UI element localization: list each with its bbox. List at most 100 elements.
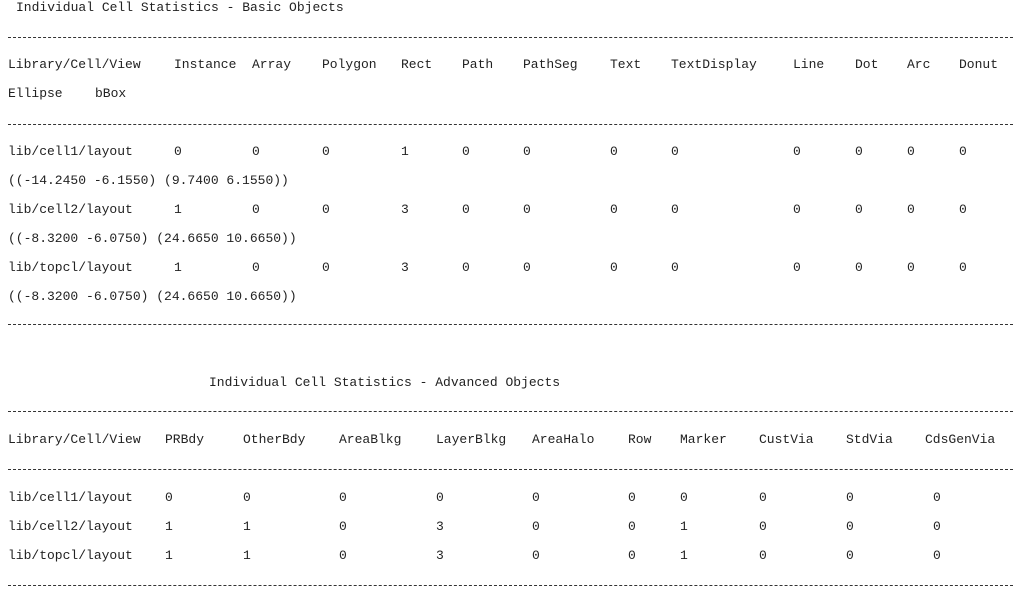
advanced-row-1-marker: 0: [680, 490, 688, 505]
basic-row-2-rect: 3: [401, 202, 409, 217]
basic-header-donut: Donut: [959, 57, 999, 72]
advanced-row-3-cell: lib/topcl/layout: [8, 548, 133, 563]
advanced-row-1-areahalo: 0: [532, 490, 540, 505]
advanced-row-3-cdsgenvia: 0: [933, 548, 941, 563]
basic-row-2-pathseg: 0: [523, 202, 531, 217]
basic-row-2-bbox: ((-8.3200 -6.0750) (24.6650 10.6650)): [8, 231, 297, 246]
basic-row-3-polygon: 0: [322, 260, 330, 275]
basic-section-title: Individual Cell Statistics - Basic Objec…: [16, 0, 344, 15]
advanced-row-2-stdvia: 0: [846, 519, 854, 534]
basic-row-3-dot: 0: [855, 260, 863, 275]
advanced-header-custvia: CustVia: [759, 432, 814, 447]
basic-row-1-array: 0: [252, 144, 260, 159]
advanced-header-areablkg: AreaBlkg: [339, 432, 402, 447]
advanced-row-1-stdvia: 0: [846, 490, 854, 505]
basic-row-2-dot: 0: [855, 202, 863, 217]
advanced-row-1-cell: lib/cell1/layout: [8, 490, 133, 505]
basic-row-3-arc: 0: [907, 260, 915, 275]
basic-row-3-donut: 0: [959, 260, 967, 275]
basic-row-2-donut: 0: [959, 202, 967, 217]
basic-row-2-path: 0: [462, 202, 470, 217]
advanced-row-2-cell: lib/cell2/layout: [8, 519, 133, 534]
basic-row-3-array: 0: [252, 260, 260, 275]
basic-header-polygon: Polygon: [322, 57, 377, 72]
divider: [8, 585, 1013, 586]
advanced-header-library: Library/Cell/View: [8, 432, 141, 447]
basic-header-pathseg: PathSeg: [523, 57, 578, 72]
basic-row-3-pathseg: 0: [523, 260, 531, 275]
advanced-row-3-marker: 1: [680, 548, 688, 563]
advanced-section-title: Individual Cell Statistics - Advanced Ob…: [209, 375, 561, 390]
advanced-row-2-marker: 1: [680, 519, 688, 534]
basic-row-1-dot: 0: [855, 144, 863, 159]
basic-header-bbox: bBox: [95, 86, 127, 101]
basic-row-3-textdisplay: 0: [671, 260, 679, 275]
divider: [8, 469, 1013, 470]
divider: [8, 124, 1013, 125]
advanced-header-cdsgenvia: CdsGenVia: [925, 432, 996, 447]
advanced-row-2-areahalo: 0: [532, 519, 540, 534]
basic-header-path: Path: [462, 57, 494, 72]
basic-row-1-textdisplay: 0: [671, 144, 679, 159]
basic-header-line: Line: [793, 57, 825, 72]
basic-row-3-cell: lib/topcl/layout: [8, 260, 133, 275]
basic-row-1-pathseg: 0: [523, 144, 531, 159]
basic-row-1-arc: 0: [907, 144, 915, 159]
divider: [8, 411, 1013, 412]
basic-row-1-path: 0: [462, 144, 470, 159]
basic-row-3-bbox: ((-8.3200 -6.0750) (24.6650 10.6650)): [8, 289, 297, 304]
basic-header-array: Array: [252, 57, 292, 72]
advanced-row-3-custvia: 0: [759, 548, 767, 563]
advanced-row-3-otherbdy: 1: [243, 548, 251, 563]
basic-row-2-polygon: 0: [322, 202, 330, 217]
basic-row-3-text: 0: [610, 260, 618, 275]
basic-row-2-cell: lib/cell2/layout: [8, 202, 133, 217]
basic-row-1-instance: 0: [174, 144, 182, 159]
divider: [8, 324, 1013, 325]
advanced-row-1-layerblkg: 0: [436, 490, 444, 505]
advanced-header-stdvia: StdVia: [846, 432, 893, 447]
advanced-header-prbdy: PRBdy: [165, 432, 205, 447]
advanced-row-3-stdvia: 0: [846, 548, 854, 563]
advanced-row-1-row: 0: [628, 490, 636, 505]
advanced-row-2-cdsgenvia: 0: [933, 519, 941, 534]
advanced-header-otherbdy: OtherBdy: [243, 432, 306, 447]
basic-row-1-text: 0: [610, 144, 618, 159]
basic-row-2-instance: 1: [174, 202, 182, 217]
basic-row-3-line: 0: [793, 260, 801, 275]
advanced-row-1-prbdy: 0: [165, 490, 173, 505]
advanced-row-3-layerblkg: 3: [436, 548, 444, 563]
basic-row-1-cell: lib/cell1/layout: [8, 144, 133, 159]
basic-header-dot: Dot: [855, 57, 879, 72]
advanced-row-2-areablkg: 0: [339, 519, 347, 534]
basic-row-1-rect: 1: [401, 144, 409, 159]
advanced-row-1-custvia: 0: [759, 490, 767, 505]
advanced-row-1-areablkg: 0: [339, 490, 347, 505]
basic-row-2-arc: 0: [907, 202, 915, 217]
advanced-row-3-areablkg: 0: [339, 548, 347, 563]
advanced-row-3-row: 0: [628, 548, 636, 563]
basic-row-3-path: 0: [462, 260, 470, 275]
advanced-row-2-custvia: 0: [759, 519, 767, 534]
basic-header-instance: Instance: [174, 57, 237, 72]
divider: [8, 37, 1013, 38]
advanced-row-2-row: 0: [628, 519, 636, 534]
basic-row-2-line: 0: [793, 202, 801, 217]
basic-row-1-bbox: ((-14.2450 -6.1550) (9.7400 6.1550)): [8, 173, 289, 188]
basic-row-3-rect: 3: [401, 260, 409, 275]
basic-row-2-text: 0: [610, 202, 618, 217]
advanced-row-2-otherbdy: 1: [243, 519, 251, 534]
basic-row-2-array: 0: [252, 202, 260, 217]
basic-header-text: Text: [610, 57, 642, 72]
advanced-header-marker: Marker: [680, 432, 727, 447]
advanced-header-row: Row: [628, 432, 652, 447]
basic-header-library: Library/Cell/View: [8, 57, 141, 72]
basic-row-1-polygon: 0: [322, 144, 330, 159]
basic-header-arc: Arc: [907, 57, 931, 72]
advanced-header-layerblkg: LayerBlkg: [436, 432, 507, 447]
basic-header-ellipse: Ellipse: [8, 86, 63, 101]
advanced-row-2-prbdy: 1: [165, 519, 173, 534]
basic-row-2-textdisplay: 0: [671, 202, 679, 217]
advanced-row-2-layerblkg: 3: [436, 519, 444, 534]
advanced-row-3-areahalo: 0: [532, 548, 540, 563]
